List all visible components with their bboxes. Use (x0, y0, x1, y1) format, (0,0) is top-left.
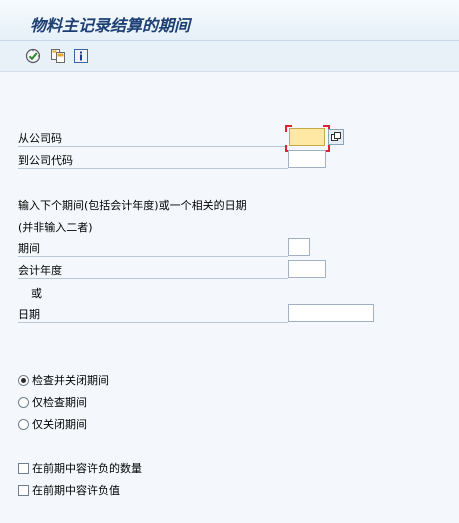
variant-icon[interactable] (49, 47, 67, 65)
checkbox-label: 在前期中容许负值 (32, 484, 120, 497)
to-company-code-input[interactable] (288, 150, 326, 168)
radio-close-only[interactable]: 仅关闭期间 (18, 416, 87, 432)
radio-button[interactable] (18, 418, 29, 430)
radio-check-only[interactable]: 仅检查期间 (18, 394, 87, 410)
page-title: 物料主记录结算的期间 (30, 16, 191, 35)
checkbox[interactable] (18, 462, 29, 474)
selection-screen: 从公司码 到公司代码 输入下个期间(包括会计年度)或一个相关的日期 (并非输入二… (0, 72, 459, 523)
fiscal-year-label: 会计年度 (18, 262, 288, 279)
instruction-note: (并非输入二者) (18, 221, 93, 234)
period-label: 期间 (18, 240, 288, 257)
instruction-text: 输入下个期间(包括会计年度)或一个相关的日期 (18, 199, 247, 212)
fiscal-year-input[interactable] (288, 260, 326, 278)
focus-corner-tl (285, 125, 292, 132)
multiple-selection-button[interactable] (328, 129, 344, 145)
multiple-selection-icon (331, 132, 341, 141)
or-text: 或 (31, 287, 42, 300)
date-input[interactable] (288, 304, 374, 322)
radio-label: 检查并关闭期间 (32, 374, 109, 387)
period-input[interactable] (288, 238, 310, 256)
title-bar: 物料主记录结算的期间 (0, 0, 459, 41)
from-company-code-label: 从公司码 (18, 130, 288, 147)
date-label: 日期 (18, 306, 288, 323)
radio-label: 仅检查期间 (32, 396, 87, 409)
radio-label: 仅关闭期间 (32, 418, 87, 431)
execute-icon[interactable] (24, 47, 42, 65)
checkbox-allow-negative-value[interactable]: 在前期中容许负值 (18, 482, 120, 498)
radio-button[interactable] (18, 374, 29, 386)
checkbox[interactable] (18, 484, 29, 496)
to-company-code-label: 到公司代码 (18, 152, 288, 169)
application-toolbar (0, 41, 459, 72)
from-company-code-input[interactable] (289, 128, 325, 146)
checkbox-allow-negative-quantity[interactable]: 在前期中容许负的数量 (18, 460, 142, 476)
radio-check-and-close[interactable]: 检查并关闭期间 (18, 372, 109, 388)
checkbox-label: 在前期中容许负的数量 (32, 462, 142, 475)
info-icon[interactable] (72, 47, 90, 65)
radio-button[interactable] (18, 396, 29, 408)
